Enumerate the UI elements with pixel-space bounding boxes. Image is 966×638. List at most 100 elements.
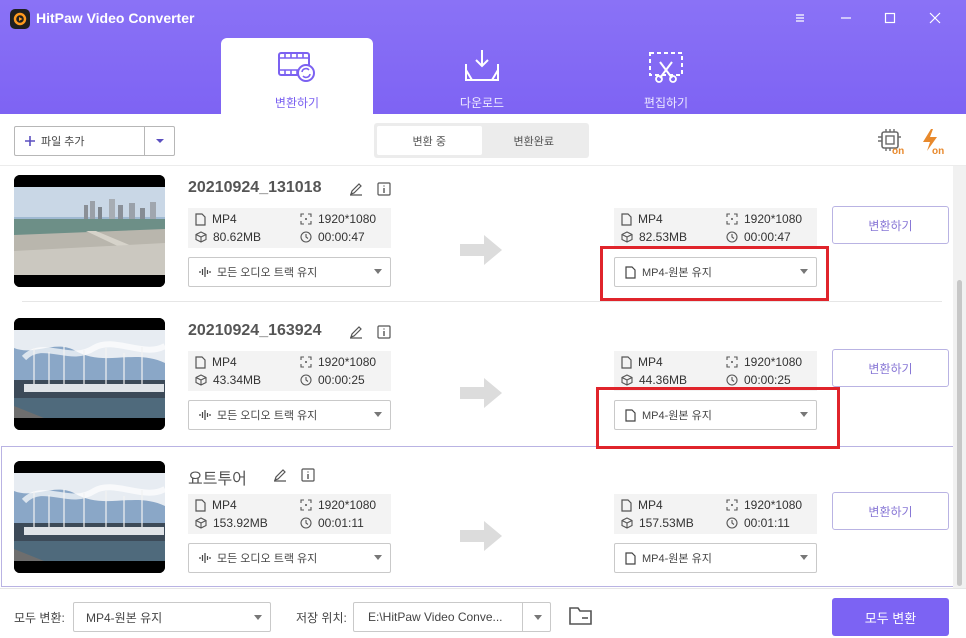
add-file-control: 파일 추가 — [14, 126, 175, 156]
save-location-select[interactable]: E:\HitPaw Video Conve... — [353, 602, 551, 632]
output-duration: 00:00:47 — [726, 230, 791, 244]
app-title: HitPaw Video Converter — [36, 10, 195, 26]
selected-row-outline — [1, 446, 963, 587]
tab-convert[interactable]: 변환하기 — [221, 38, 373, 114]
chevron-down-icon — [155, 139, 164, 143]
input-file-info: MP4 43.34MB 1920*1080 00:00:25 — [188, 351, 391, 391]
convert-all-format-select[interactable]: MP4-원본 유지 — [73, 602, 271, 632]
output-size: 82.53MB — [621, 230, 687, 244]
app-logo-icon — [10, 9, 30, 29]
status-segment: 변환 중 변환완료 — [374, 123, 589, 158]
size-icon — [195, 231, 207, 243]
chevron-down-icon — [374, 412, 382, 417]
audio-track-icon — [199, 267, 211, 277]
speed-boost-button[interactable]: on — [918, 126, 948, 156]
chevron-down-icon — [374, 269, 382, 274]
convert-all-format-value: MP4-원본 유지 — [86, 610, 163, 625]
tab-edit[interactable]: 편집하기 — [590, 38, 742, 114]
input-file-info: MP4 80.62MB 1920*1080 00:00:47 — [188, 208, 391, 248]
gpu-badge-text: on — [892, 146, 904, 155]
chevron-down-icon — [254, 615, 262, 620]
rename-button[interactable] — [348, 324, 364, 340]
input-resolution: 1920*1080 — [300, 355, 376, 369]
tab-edit-label: 편집하기 — [643, 96, 689, 110]
clock-icon — [726, 231, 738, 243]
convert-arrow-icon — [460, 235, 502, 265]
tab-download[interactable]: 다운로드 — [406, 38, 558, 114]
video-thumbnail[interactable] — [14, 318, 165, 430]
video-convert-icon — [278, 52, 315, 82]
output-duration: 00:00:25 — [726, 373, 791, 387]
input-size: 80.62MB — [195, 230, 261, 244]
audio-track-icon — [199, 410, 211, 420]
audio-track-select[interactable]: 모든 오디오 트랙 유지 — [188, 400, 391, 430]
audio-track-value: 모든 오디오 트랙 유지 — [217, 410, 318, 422]
output-file-info: MP4 44.36MB 1920*1080 00:00:25 — [614, 351, 817, 391]
tab-convert-label: 변환하기 — [274, 96, 320, 110]
add-file-button[interactable]: 파일 추가 — [15, 127, 144, 155]
footer-bar: 모두 변환: MP4-원본 유지 저장 위치: E:\HitPaw Video … — [0, 588, 966, 638]
input-size: 43.34MB — [195, 373, 261, 387]
add-file-label: 파일 추가 — [41, 136, 85, 148]
tab-converted[interactable]: 변환완료 — [482, 126, 587, 155]
gpu-chip-icon: on — [878, 129, 904, 155]
download-icon — [465, 50, 499, 81]
pencil-icon — [350, 326, 362, 339]
convert-all-to-label: 모두 변환: — [14, 611, 65, 625]
chevron-down-icon — [534, 615, 542, 620]
convert-button[interactable]: 변환하기 — [832, 206, 949, 244]
title-bar: HitPaw Video Converter 변환하기 다운로드 편집하기 — [0, 0, 966, 114]
input-format: MP4 — [195, 212, 237, 226]
output-file-info: MP4 82.53MB 1920*1080 00:00:47 — [614, 208, 817, 248]
select-divider — [522, 603, 523, 631]
clock-icon — [300, 374, 312, 386]
size-icon — [195, 374, 207, 386]
toolbar: 파일 추가 변환 중 변환완료 on on — [0, 114, 966, 166]
add-file-dropdown-button[interactable] — [144, 127, 174, 155]
lightning-icon: on — [923, 129, 944, 155]
input-format: MP4 — [195, 355, 237, 369]
menu-icon[interactable] — [790, 8, 810, 28]
clock-icon — [300, 231, 312, 243]
app-window: HitPaw Video Converter 변환하기 다운로드 편집하기 파일… — [0, 0, 966, 638]
folder-icon — [569, 607, 592, 625]
close-icon[interactable] — [925, 8, 945, 28]
output-resolution: 1920*1080 — [726, 355, 802, 369]
gpu-acceleration-button[interactable]: on — [876, 126, 906, 156]
file-icon — [621, 212, 632, 226]
convert-arrow-icon — [460, 378, 502, 408]
file-icon — [195, 212, 206, 226]
clock-icon — [726, 374, 738, 386]
file-name: 20210924_131018 — [188, 179, 322, 196]
size-icon — [621, 231, 633, 243]
input-resolution: 1920*1080 — [300, 212, 376, 226]
output-size: 44.36MB — [621, 373, 687, 387]
tab-converting[interactable]: 변환 중 — [377, 126, 482, 155]
convert-all-button[interactable]: 모두 변환 — [832, 598, 949, 636]
info-icon — [377, 182, 391, 196]
resolution-icon — [300, 213, 312, 225]
save-location-label: 저장 위치: — [296, 611, 347, 625]
output-format: MP4 — [621, 212, 663, 226]
highlight-box — [600, 246, 829, 301]
file-name: 20210924_163924 — [188, 322, 322, 339]
convert-button[interactable]: 변환하기 — [832, 349, 949, 387]
pencil-icon — [350, 183, 362, 196]
plus-icon — [25, 136, 35, 146]
tab-download-label: 다운로드 — [459, 96, 505, 110]
maximize-icon[interactable] — [880, 8, 900, 28]
row-divider — [22, 301, 942, 302]
video-thumbnail[interactable] — [14, 175, 165, 287]
resolution-icon — [726, 213, 738, 225]
file-icon — [621, 355, 632, 369]
resolution-icon — [726, 356, 738, 368]
minimize-icon[interactable] — [836, 8, 856, 28]
info-button[interactable] — [376, 324, 392, 340]
audio-track-select[interactable]: 모든 오디오 트랙 유지 — [188, 257, 391, 287]
rename-button[interactable] — [348, 181, 364, 197]
info-button[interactable] — [376, 181, 392, 197]
scrollbar-thumb[interactable] — [957, 280, 962, 586]
open-folder-button[interactable] — [568, 605, 594, 627]
save-location-value: E:\HitPaw Video Conve... — [368, 610, 503, 624]
highlight-box — [596, 387, 840, 449]
